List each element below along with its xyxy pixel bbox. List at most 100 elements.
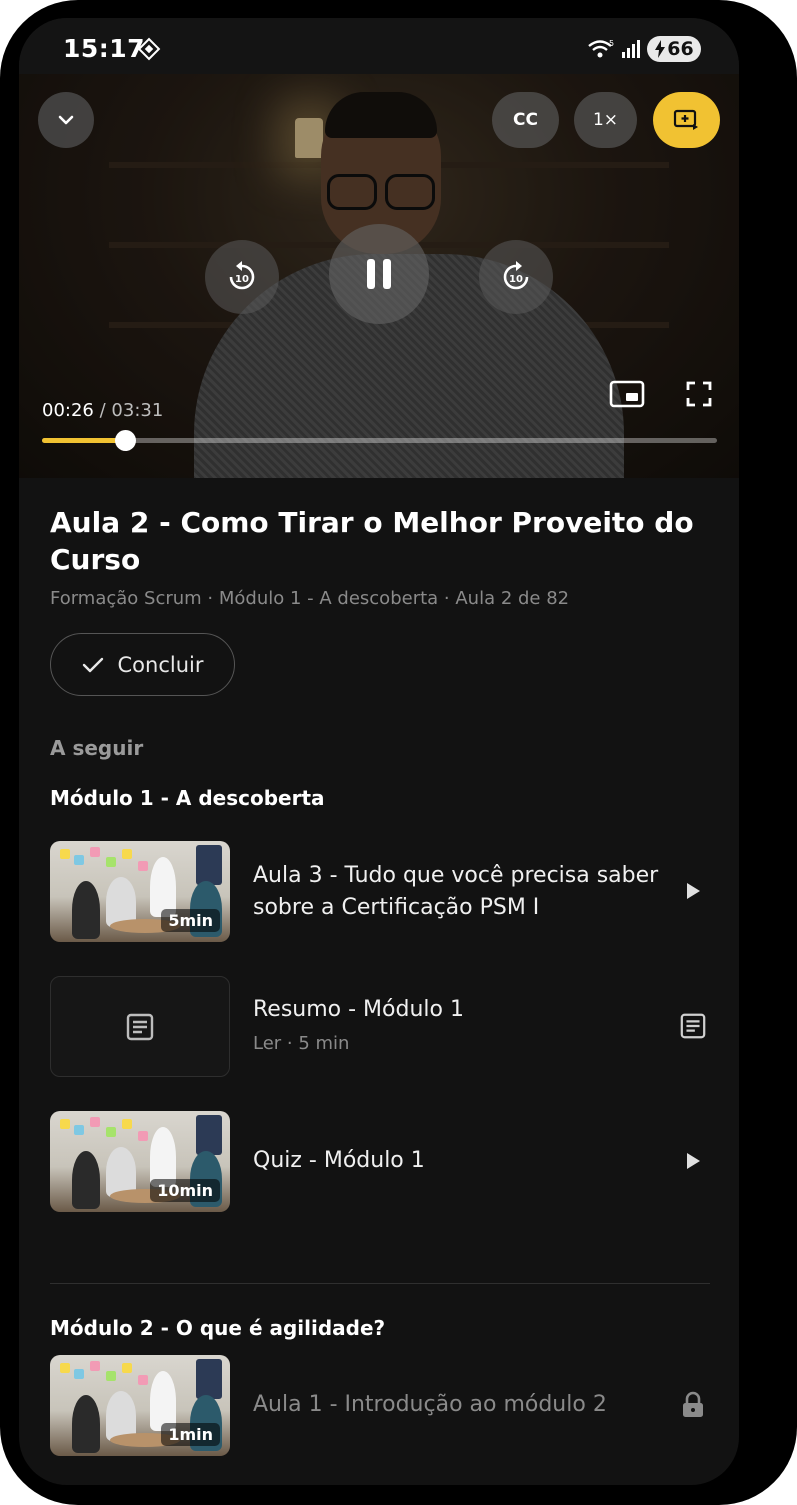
forward-10-icon: 10: [503, 261, 529, 290]
open-reading-button[interactable]: [676, 1009, 710, 1043]
time-separator: /: [99, 400, 106, 421]
person-decor: [150, 1127, 176, 1187]
video-player[interactable]: CC 1× 10 10 00:26 / 03:31: [19, 74, 739, 478]
document-icon: [126, 1013, 154, 1040]
screen: 15:17 5 66 CC 1× 10 10 00:26 / 03:31 Aul…: [19, 18, 739, 1485]
sticky-note-decor: [106, 1371, 116, 1381]
breadcrumb: Formação Scrum · Módulo 1 - A descoberta…: [50, 588, 570, 609]
speed-button[interactable]: 1×: [574, 92, 637, 148]
seek-bar-thumb[interactable]: [115, 430, 137, 451]
add-to-playlist-icon: [673, 109, 698, 130]
duration-badge: 1min: [161, 1423, 220, 1446]
charging-icon: [655, 40, 666, 58]
sticky-note-decor: [90, 1117, 100, 1127]
person-decor: [72, 881, 100, 939]
sticky-note-decor: [60, 849, 70, 859]
battery-indicator: 66: [647, 36, 701, 62]
up-next-heading: A seguir: [50, 736, 144, 760]
fullscreen-icon: [686, 381, 712, 407]
module-divider: [50, 1283, 710, 1284]
sticky-note-decor: [138, 1131, 148, 1141]
lesson-item-subtitle: Ler · 5 min: [253, 1033, 350, 1054]
status-time: 15:17: [63, 34, 146, 63]
pause-icon: [367, 259, 391, 289]
sticky-note-decor: [60, 1119, 70, 1129]
banner-decor: [196, 1359, 222, 1399]
replay-10-icon: 10: [229, 261, 255, 290]
signal-icon: [622, 40, 640, 58]
seek-bar[interactable]: [42, 430, 717, 451]
sticky-note-decor: [60, 1363, 70, 1373]
lesson-item-title: Quiz - Módulo 1: [253, 1148, 425, 1173]
captions-button[interactable]: CC: [492, 92, 559, 148]
lesson-title: Aula 2 - Como Tirar o Melhor Proveito do…: [50, 506, 694, 576]
lesson-thumbnail: 10min: [50, 1111, 230, 1212]
seek-bar-progress: [42, 438, 126, 443]
banner-decor: [196, 845, 222, 885]
playback-time: 00:26 / 03:31: [42, 400, 163, 421]
lock-icon: [683, 1391, 703, 1417]
captions-label: CC: [513, 110, 538, 130]
person-decor: [72, 1151, 100, 1209]
sticky-note-decor: [74, 1125, 84, 1135]
person-decor: [72, 1395, 100, 1453]
lesson-item-locked: 1min Aula 1 - Introdução ao módulo 2: [50, 1355, 710, 1456]
forward-10-button[interactable]: 10: [479, 240, 553, 314]
play-icon: [687, 883, 700, 899]
picture-in-picture-button[interactable]: [607, 376, 647, 412]
total-duration: 03:31: [111, 400, 164, 421]
sticky-note-decor: [122, 1119, 132, 1129]
module-title: Módulo 2 - O que é agilidade?: [50, 1316, 386, 1340]
sticky-note-decor: [106, 1127, 116, 1137]
sticky-note-decor: [122, 849, 132, 859]
lesson-item[interactable]: 5min Aula 3 - Tudo que você precisa sabe…: [50, 841, 710, 942]
lesson-item-title: Aula 1 - Introdução ao módulo 2: [253, 1392, 607, 1417]
play-icon: [687, 1153, 700, 1169]
picture-in-picture-icon: [609, 380, 645, 408]
rewind-10-button[interactable]: 10: [205, 240, 279, 314]
lesson-item-title: Resumo - Módulo 1: [253, 997, 464, 1022]
add-to-list-button[interactable]: [653, 92, 720, 148]
chevron-down-icon: [58, 115, 74, 125]
checkmark-icon: [82, 657, 103, 672]
notification-app-icon: [137, 37, 161, 61]
reading-thumbnail: [50, 976, 230, 1077]
sticky-note-decor: [138, 861, 148, 871]
lesson-item[interactable]: 10min Quiz - Módulo 1: [50, 1111, 710, 1212]
module-title: Módulo 1 - A descoberta: [50, 786, 325, 810]
lesson-thumbnail: 5min: [50, 841, 230, 942]
play-lesson-button[interactable]: [676, 1144, 710, 1178]
svg-text:10: 10: [235, 274, 249, 285]
phone-frame: 15:17 5 66 CC 1× 10 10 00:26 / 03:31 Aul…: [0, 0, 797, 1505]
sticky-note-decor: [90, 847, 100, 857]
complete-label: Concluir: [117, 652, 204, 677]
person-decor: [150, 1371, 176, 1431]
sticky-note-decor: [122, 1363, 132, 1373]
battery-level: 66: [667, 38, 694, 60]
lesson-thumbnail: 1min: [50, 1355, 230, 1456]
lock-indicator: [676, 1388, 710, 1422]
duration-badge: 5min: [161, 909, 220, 932]
banner-decor: [196, 1115, 222, 1155]
sticky-note-decor: [106, 857, 116, 867]
play-lesson-button[interactable]: [676, 874, 710, 908]
pause-button[interactable]: [329, 224, 429, 324]
wifi-icon: 5: [588, 39, 614, 58]
sticky-note-decor: [138, 1375, 148, 1385]
sticky-note-decor: [74, 855, 84, 865]
sticky-note-decor: [74, 1369, 84, 1379]
svg-text:5: 5: [609, 39, 614, 48]
lesson-item[interactable]: Resumo - Módulo 1 Ler · 5 min: [50, 976, 710, 1077]
duration-badge: 10min: [150, 1179, 220, 1202]
lesson-item-title: Aula 3 - Tudo que você precisa saber sob…: [253, 863, 659, 920]
current-time: 00:26: [42, 400, 94, 421]
document-icon: [680, 1013, 706, 1039]
sticky-note-decor: [90, 1361, 100, 1371]
svg-text:10: 10: [509, 274, 523, 285]
status-bar: 15:17 5 66: [19, 18, 739, 74]
fullscreen-button[interactable]: [681, 376, 717, 412]
speed-label: 1×: [592, 110, 619, 130]
person-decor: [150, 857, 176, 917]
complete-button[interactable]: Concluir: [50, 633, 235, 696]
collapse-button[interactable]: [38, 92, 94, 148]
